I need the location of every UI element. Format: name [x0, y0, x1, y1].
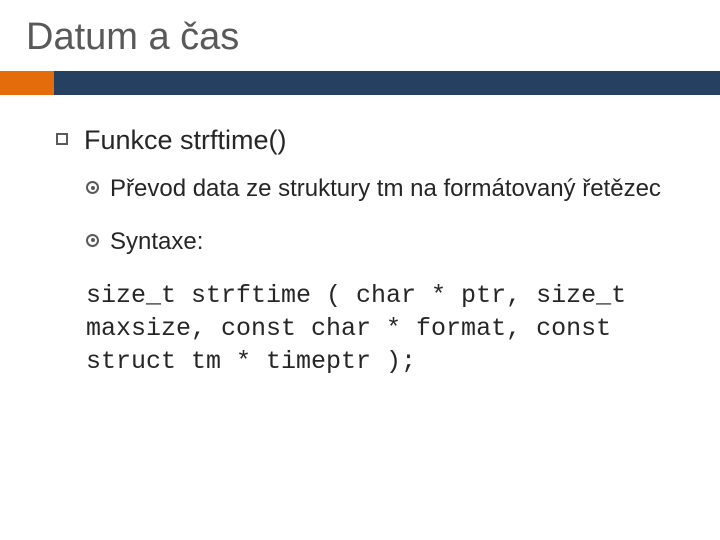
bullet-syntax-label: Syntaxe:	[86, 227, 680, 258]
slide: Datum a čas Funkce strftime() Převod dat…	[0, 0, 720, 540]
code-block: size_t strftime ( char * ptr, size_t max…	[86, 279, 680, 378]
slide-body: Funkce strftime() Převod data ze struktu…	[0, 95, 720, 378]
divider-bar	[0, 71, 720, 95]
divider-accent	[0, 71, 54, 95]
heading-level1: Funkce strftime()	[56, 125, 680, 156]
bullet-description: Převod data ze struktury tm na formátova…	[86, 174, 680, 205]
slide-title: Datum a čas	[0, 0, 720, 71]
title-divider	[0, 71, 720, 95]
